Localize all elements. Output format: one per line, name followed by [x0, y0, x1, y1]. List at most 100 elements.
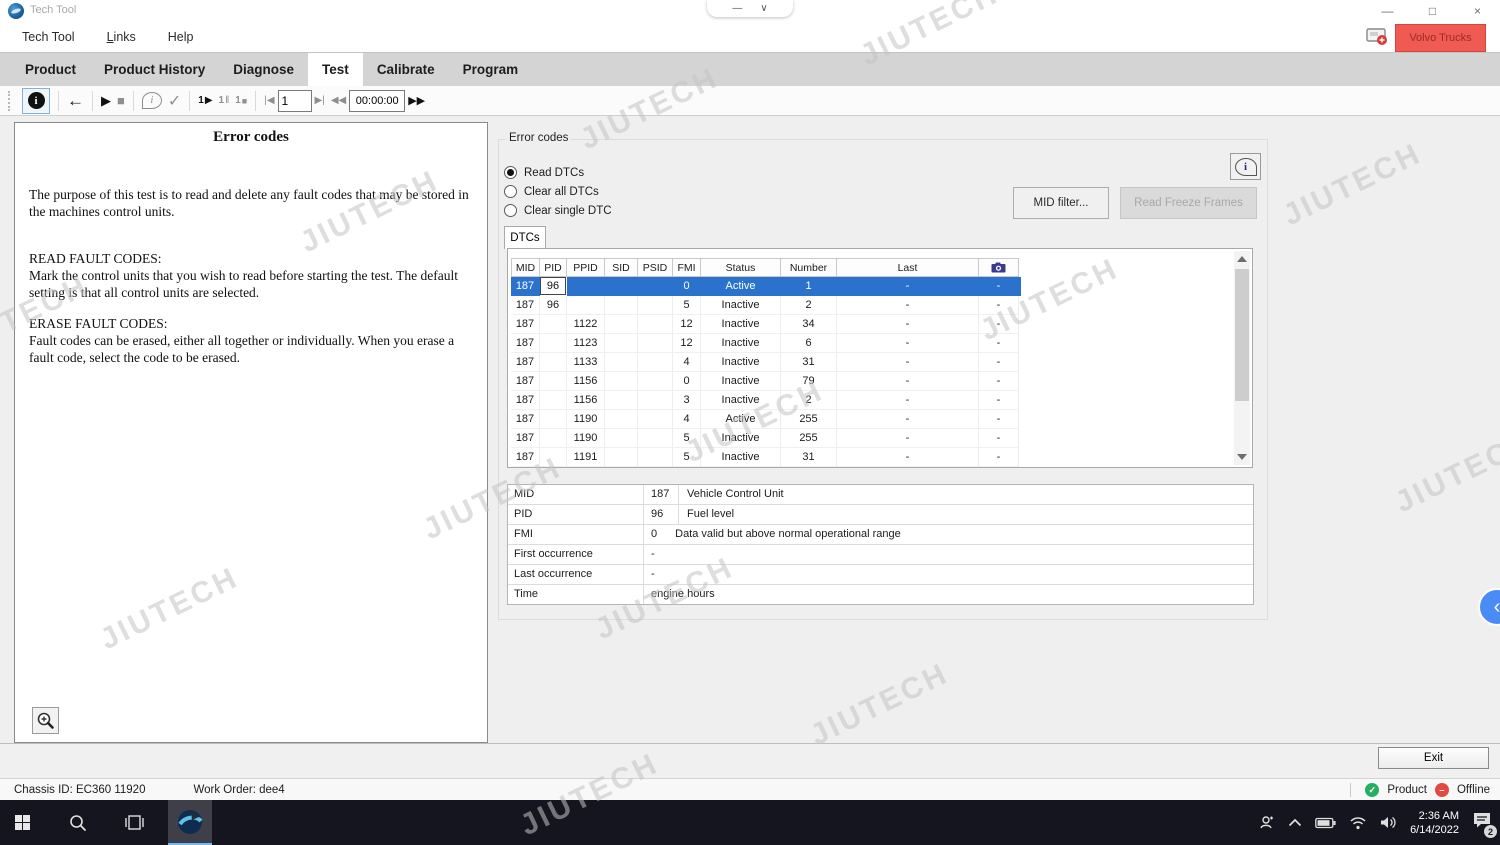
- comment-balloon-button[interactable]: i: [142, 88, 162, 114]
- col-header-fmi[interactable]: FMI: [673, 258, 701, 277]
- volvo-trucks-button[interactable]: Volvo Trucks: [1395, 24, 1486, 52]
- techtool-taskbar-button[interactable]: [168, 800, 212, 845]
- main-tab[interactable]: Program: [449, 53, 533, 86]
- seek-start-button[interactable]: |◀: [264, 88, 274, 114]
- dtc-table-row[interactable]: 187 96 0 Active 1 - -: [511, 277, 1021, 296]
- chevron-down-icon[interactable]: ∨: [760, 3, 767, 14]
- scroll-up-icon[interactable]: [1237, 256, 1247, 262]
- cell-mid: 187: [511, 353, 540, 372]
- play-test-button[interactable]: ▶: [101, 88, 111, 114]
- dtc-table-row[interactable]: 187 1123 12 Inactive 6 - -: [511, 334, 1021, 353]
- step-stop-button[interactable]: 1 ■: [235, 88, 247, 114]
- cell-ppid: [567, 296, 605, 315]
- wifi-icon[interactable]: [1349, 816, 1367, 830]
- menu-item[interactable]: Links: [107, 30, 136, 44]
- detail-description: Data valid but above normal operational …: [667, 525, 1253, 544]
- status-bar: Chassis ID: EC360 11920 Work Order: dee4…: [0, 778, 1500, 801]
- main-tab[interactable]: Diagnose: [219, 53, 308, 86]
- dtc-table-row[interactable]: 187 1190 5 Inactive 255 - -: [511, 429, 1021, 448]
- col-header-psid[interactable]: PSID: [638, 258, 673, 277]
- exit-button[interactable]: Exit: [1378, 747, 1489, 769]
- start-button[interactable]: [0, 800, 44, 845]
- col-header-ppid[interactable]: PPID: [567, 258, 605, 277]
- main-tab[interactable]: Test: [308, 53, 363, 86]
- main-tab[interactable]: Product History: [90, 53, 219, 86]
- col-header-number[interactable]: Number: [781, 258, 837, 277]
- rewind-button[interactable]: ◀◀: [331, 88, 346, 114]
- radio-read-dtcs[interactable]: Read DTCs: [504, 166, 584, 179]
- menu-item[interactable]: Tech Tool: [22, 30, 75, 44]
- cell-sid: [605, 296, 638, 315]
- menu-bar: Tech Tool Links Help: [0, 22, 1500, 52]
- main-tab-bar: ProductProduct HistoryDiagnoseTestCalibr…: [0, 52, 1500, 86]
- step-counter-input[interactable]: [278, 90, 312, 112]
- detail-value: -: [644, 545, 665, 564]
- watermark: JIUTECH: [805, 657, 954, 753]
- fast-forward-button[interactable]: ▶▶: [408, 88, 425, 114]
- main-tab[interactable]: Calibrate: [363, 53, 449, 86]
- speaker-icon[interactable]: [1380, 815, 1397, 830]
- seek-end-button[interactable]: ▶|: [315, 88, 325, 114]
- detail-label: Last occurrence: [508, 565, 644, 584]
- radio-clear-all-dtcs[interactable]: Clear all DTCs: [504, 185, 599, 198]
- col-header-mid[interactable]: MID: [511, 258, 540, 277]
- scroll-down-icon[interactable]: [1237, 454, 1247, 460]
- menu-item[interactable]: Help: [168, 30, 194, 44]
- step-pause-button[interactable]: 1 ‖: [219, 88, 230, 114]
- cell-status: Inactive: [701, 353, 781, 372]
- minimize-button[interactable]: —: [1365, 0, 1410, 22]
- search-button[interactable]: [56, 800, 100, 845]
- widget-minimize-icon[interactable]: —: [732, 3, 742, 14]
- zoom-button[interactable]: [32, 707, 59, 734]
- dtcs-tab[interactable]: DTCs: [504, 226, 546, 249]
- detail-row: FMI 0 Data valid but above normal operat…: [508, 525, 1253, 545]
- dtc-table-row[interactable]: 187 1122 12 Inactive 34 - -: [511, 315, 1021, 334]
- chevron-up-icon[interactable]: [1288, 818, 1302, 827]
- info-toggle-button[interactable]: i: [22, 88, 50, 114]
- cell-psid: [638, 410, 673, 429]
- step-play-button[interactable]: 1 ▶: [198, 88, 212, 114]
- cell-sid: [605, 429, 638, 448]
- dtc-table-row[interactable]: 187 1156 0 Inactive 79 - -: [511, 372, 1021, 391]
- dtc-table-row[interactable]: 187 1133 4 Inactive 31 - -: [511, 353, 1021, 372]
- help-balloon-button[interactable]: i: [1230, 153, 1261, 180]
- col-header-sid[interactable]: SID: [605, 258, 638, 277]
- cell-psid: [638, 372, 673, 391]
- back-button[interactable]: ←: [67, 88, 84, 114]
- edge-panel-handle[interactable]: ‹: [1478, 588, 1500, 626]
- cell-last: -: [837, 315, 979, 334]
- dtc-table-row[interactable]: 187 1156 3 Inactive 2 - -: [511, 391, 1021, 410]
- main-tab[interactable]: Product: [11, 53, 90, 86]
- maximize-button[interactable]: □: [1410, 0, 1455, 22]
- battery-icon[interactable]: [1315, 817, 1336, 829]
- task-view-button[interactable]: [112, 800, 156, 845]
- camera-icon: [991, 262, 1006, 273]
- vertical-scrollbar[interactable]: [1234, 251, 1250, 465]
- elapsed-time-input[interactable]: [349, 90, 405, 112]
- taskbar-clock[interactable]: 2:36 AM 6/14/2022: [1410, 809, 1459, 837]
- step-number: 1: [198, 95, 204, 106]
- col-header-status[interactable]: Status: [701, 258, 781, 277]
- cell-psid: [638, 296, 673, 315]
- system-tray: 2:36 AM 6/14/2022 2: [1258, 800, 1492, 845]
- col-header-pid[interactable]: PID: [540, 258, 567, 277]
- stop-test-button[interactable]: ■: [117, 88, 125, 114]
- col-header-freeze[interactable]: [979, 258, 1019, 277]
- info-balloon-icon: i: [1235, 158, 1257, 176]
- clock-time: 2:36 AM: [1410, 809, 1459, 823]
- comm-unit-icon[interactable]: [1366, 27, 1390, 46]
- test-toolbar: i ← ▶ ■ i ✓ 1 ▶ 1 ‖ 1 ■ |◀ ▶| ◀◀ ▶▶: [0, 86, 1500, 116]
- scrollbar-thumb[interactable]: [1235, 269, 1249, 401]
- dtc-table-row[interactable]: 187 1190 4 Active 255 - -: [511, 410, 1021, 429]
- col-header-last[interactable]: Last: [837, 258, 979, 277]
- mid-filter-button[interactable]: MID filter...: [1013, 187, 1109, 219]
- radio-clear-single-dtc[interactable]: Clear single DTC: [504, 204, 612, 217]
- people-icon[interactable]: [1258, 814, 1275, 831]
- dtc-table-row[interactable]: 187 1191 5 Inactive 31 - -: [511, 448, 1021, 467]
- confirm-button[interactable]: ✓: [168, 88, 181, 114]
- cell-sid: [605, 277, 638, 296]
- dtc-table-row[interactable]: 187 96 5 Inactive 2 - -: [511, 296, 1021, 315]
- close-button[interactable]: ×: [1455, 0, 1500, 22]
- cell-pid: [540, 391, 567, 410]
- notification-center-button[interactable]: 2: [1472, 811, 1492, 834]
